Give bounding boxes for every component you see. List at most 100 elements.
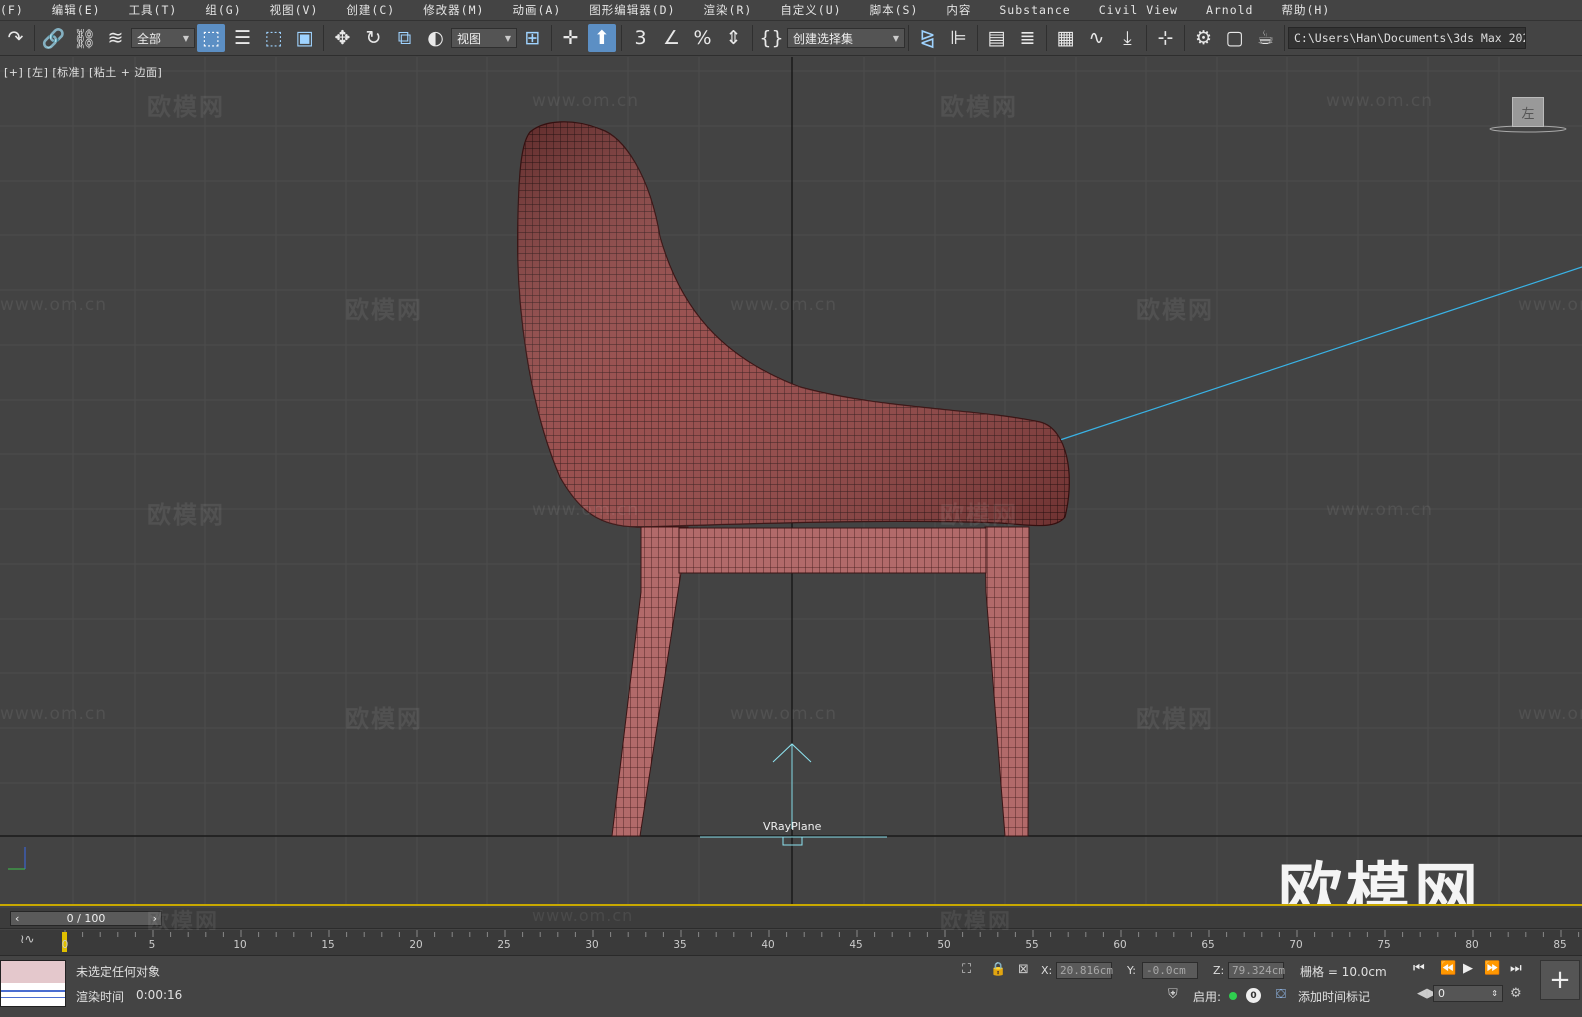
enable-count-icon[interactable]: 0 bbox=[1246, 988, 1261, 1003]
angle-snap-icon[interactable]: ∠ bbox=[656, 24, 687, 52]
rectangular-selection-icon[interactable]: ⬚ bbox=[258, 24, 289, 52]
menu-rendering[interactable]: 渲染(R) bbox=[690, 2, 767, 18]
snaps-toggle-label: 3 bbox=[634, 27, 647, 49]
redo-icon[interactable]: ↷ bbox=[0, 24, 31, 52]
tick-label: 0 bbox=[61, 939, 69, 951]
menu-views[interactable]: 视图(V) bbox=[256, 2, 333, 18]
viewport-label[interactable]: [+] [左] [标准] [粘土 + 边面] bbox=[4, 64, 162, 80]
y-label: Y: bbox=[1127, 964, 1136, 977]
menu-group[interactable]: 组(G) bbox=[191, 2, 255, 18]
listener-blue-line bbox=[1, 990, 65, 992]
y-coordinate-field[interactable]: -0.0cm bbox=[1142, 962, 1198, 979]
toolbar-separator bbox=[752, 25, 753, 51]
menu-create[interactable]: 创建(C) bbox=[332, 2, 409, 18]
previous-frame-icon[interactable]: ⏪ bbox=[1440, 961, 1456, 976]
menu-scripting[interactable]: 脚本(S) bbox=[856, 2, 933, 18]
schematic-view-icon[interactable]: ⤓ bbox=[1112, 24, 1143, 52]
render-production-icon[interactable]: ☕ bbox=[1250, 24, 1281, 52]
scale-icon[interactable]: ⧉ bbox=[389, 24, 420, 52]
viewcube[interactable]: 左 bbox=[1512, 97, 1544, 127]
chair-seat-frame bbox=[678, 527, 987, 574]
toolbar-separator bbox=[34, 25, 35, 51]
x-coordinate-field[interactable]: 20.816cm bbox=[1056, 962, 1113, 979]
time-tag-icon[interactable]: ⛋ bbox=[1276, 987, 1286, 1002]
maxscript-listener-preview[interactable] bbox=[0, 960, 66, 1007]
toolbar-separator bbox=[908, 25, 909, 51]
curve-editor-icon[interactable]: ∿ bbox=[1081, 24, 1112, 52]
go-to-end-icon[interactable]: ⏭ bbox=[1510, 961, 1522, 976]
keyboard-shortcut-override-icon[interactable]: ⬆ bbox=[588, 24, 616, 52]
percent-snap-icon[interactable]: % bbox=[687, 24, 718, 52]
adaptive-degradation-icon[interactable]: ⛨ bbox=[1168, 987, 1178, 1002]
edit-named-selection-icon[interactable]: {} bbox=[756, 24, 787, 52]
project-folder-path[interactable]: C:\Users\Han\Documents\3ds Max 2022▼ bbox=[1288, 27, 1526, 49]
unlink-icon[interactable]: ⛓ bbox=[69, 24, 100, 52]
place-icon[interactable]: ◐ bbox=[420, 24, 451, 52]
play-icon[interactable]: ▶ bbox=[1463, 961, 1473, 976]
layer-explorer-icon[interactable]: ≣ bbox=[1012, 24, 1043, 52]
time-slider-prev-icon[interactable]: ‹ bbox=[15, 912, 19, 925]
go-to-start-icon[interactable]: ⏮ bbox=[1413, 961, 1425, 976]
link-icon[interactable]: 🔗 bbox=[38, 24, 69, 52]
tick-label: 80 bbox=[1465, 939, 1479, 951]
spinner-snap-icon[interactable]: ⇕ bbox=[718, 24, 749, 52]
menu-edit[interactable]: 编辑(E) bbox=[38, 2, 115, 18]
toggle-ribbon-icon[interactable]: ▦ bbox=[1050, 24, 1081, 52]
isolate-selection-icon[interactable]: ⛶ bbox=[962, 962, 971, 977]
viewport-left[interactable]: [+] [左] [标准] [粘土 + 边面] 左 欧模网 www.om.cn 欧… bbox=[0, 57, 1582, 906]
time-configuration-icon[interactable]: ⚙ bbox=[1510, 986, 1522, 1001]
rendered-frame-window-icon[interactable]: ▢ bbox=[1219, 24, 1250, 52]
z-coordinate-field[interactable]: 79.324cm bbox=[1228, 962, 1285, 979]
watermark-url: www.om.cn bbox=[1326, 91, 1434, 111]
menu-modifiers[interactable]: 修改器(M) bbox=[409, 2, 498, 18]
track-bar[interactable]: ≀∿ 0 5 10 15 20 25 30 35 40 45 50 55 60 … bbox=[0, 930, 1582, 956]
tick-label: 40 bbox=[761, 939, 775, 951]
menu-graph-editors[interactable]: 图形编辑器(D) bbox=[575, 2, 689, 18]
menu-arnold[interactable]: Arnold bbox=[1192, 3, 1268, 17]
material-editor-icon[interactable]: ⊹ bbox=[1150, 24, 1181, 52]
time-slider[interactable]: ‹ 0 / 100 › bbox=[10, 911, 162, 926]
current-frame-field[interactable]: 0 ⇕ bbox=[1433, 985, 1503, 1002]
watermark: 欧模网 bbox=[940, 93, 1018, 121]
menu-animation[interactable]: 动画(A) bbox=[498, 2, 575, 18]
add-time-tag-link[interactable]: 添加时间标记 bbox=[1298, 988, 1370, 1005]
named-selection-dropdown[interactable]: 创建选择集 ▼ bbox=[787, 28, 905, 48]
menu-customize[interactable]: 自定义(U) bbox=[766, 2, 855, 18]
menu-help[interactable]: 帮助(H) bbox=[1267, 2, 1344, 18]
viewport-canvas bbox=[0, 57, 1582, 904]
selection-filter-dropdown[interactable]: 全部 ▼ bbox=[131, 28, 195, 48]
spinner-icon[interactable]: ⇕ bbox=[1491, 989, 1498, 998]
scene-explorer-icon[interactable]: ▤ bbox=[981, 24, 1012, 52]
snaps-toggle-icon[interactable]: 3 bbox=[625, 24, 656, 52]
window-crossing-icon[interactable]: ▣ bbox=[289, 24, 320, 52]
next-frame-icon[interactable]: ⏩ bbox=[1484, 961, 1500, 976]
absolute-mode-icon[interactable]: ⊠ bbox=[1018, 962, 1029, 977]
menu-content[interactable]: 内容 bbox=[932, 2, 985, 18]
tick-label: 60 bbox=[1113, 939, 1127, 951]
render-setup-icon[interactable]: ⚙ bbox=[1188, 24, 1219, 52]
select-object-icon[interactable]: ⬚ bbox=[197, 24, 225, 52]
menu-file[interactable]: (F) bbox=[0, 3, 38, 17]
watermark: 欧模网 bbox=[147, 501, 225, 529]
add-view-button[interactable]: + bbox=[1540, 960, 1580, 1000]
selection-lock-icon[interactable]: 🔒 bbox=[990, 962, 1006, 977]
toolbar-separator bbox=[323, 25, 324, 51]
tick-label: 55 bbox=[1025, 939, 1039, 951]
mirror-icon[interactable]: ⧎ bbox=[912, 24, 943, 52]
tick-label: 30 bbox=[585, 939, 599, 951]
menu-substance[interactable]: Substance bbox=[985, 3, 1084, 17]
menu-tools[interactable]: 工具(T) bbox=[115, 2, 192, 18]
grid-size-readout: 栅格 = 10.0cm bbox=[1300, 965, 1387, 979]
select-by-name-icon[interactable]: ☰ bbox=[227, 24, 258, 52]
bind-space-warp-icon[interactable]: ≋ bbox=[100, 24, 131, 52]
chevron-down-icon: ▼ bbox=[892, 33, 899, 43]
watermark-url: www.om.cn bbox=[532, 91, 640, 111]
menu-civil-view[interactable]: Civil View bbox=[1085, 3, 1192, 17]
enable-count: 0 bbox=[1250, 990, 1257, 1001]
reference-coordinate-dropdown[interactable]: 视图 ▼ bbox=[451, 28, 517, 48]
move-icon[interactable]: ✥ bbox=[327, 24, 358, 52]
select-manipulate-icon[interactable]: ✛ bbox=[555, 24, 586, 52]
pivot-center-icon[interactable]: ⊞ bbox=[517, 24, 548, 52]
rotate-icon[interactable]: ↻ bbox=[358, 24, 389, 52]
align-icon[interactable]: ⊫ bbox=[943, 24, 974, 52]
